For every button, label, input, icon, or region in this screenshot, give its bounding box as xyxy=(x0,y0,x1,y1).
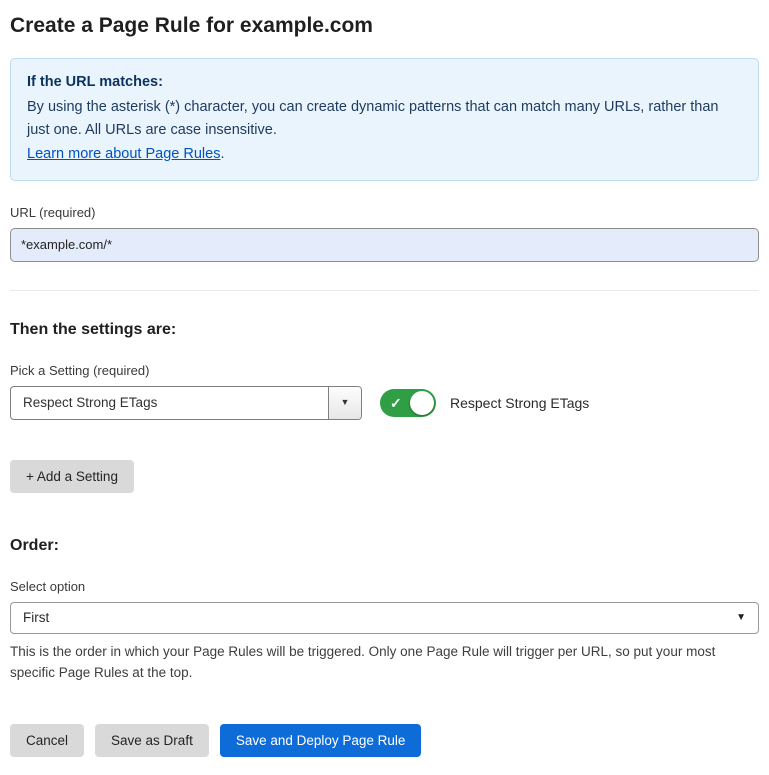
etags-toggle[interactable]: ✓ xyxy=(380,389,436,417)
url-label: URL (required) xyxy=(10,205,759,220)
order-select-label: Select option xyxy=(10,579,759,594)
order-select-value: First xyxy=(23,610,49,625)
chevron-down-icon: ▼ xyxy=(736,613,746,623)
toggle-label: Respect Strong ETags xyxy=(450,395,589,411)
settings-heading: Then the settings are: xyxy=(10,321,759,339)
add-setting-button[interactable]: + Add a Setting xyxy=(10,460,134,493)
order-help-text: This is the order in which your Page Rul… xyxy=(10,642,759,684)
page-title: Create a Page Rule for example.com xyxy=(10,14,759,38)
chevron-down-icon: ▼ xyxy=(341,398,350,407)
info-link-suffix: . xyxy=(220,146,224,162)
info-box-heading: If the URL matches: xyxy=(27,71,742,94)
pick-setting-label: Pick a Setting (required) xyxy=(10,363,759,378)
url-match-info-box: If the URL matches: By using the asteris… xyxy=(10,58,759,181)
learn-more-link[interactable]: Learn more about Page Rules xyxy=(27,146,220,162)
info-link-row: Learn more about Page Rules. xyxy=(27,143,742,166)
save-deploy-button[interactable]: Save and Deploy Page Rule xyxy=(220,724,422,757)
setting-select-caret-button[interactable]: ▼ xyxy=(328,387,361,419)
order-select[interactable]: First ▼ xyxy=(10,602,759,634)
order-heading: Order: xyxy=(10,537,759,555)
save-draft-button[interactable]: Save as Draft xyxy=(95,724,209,757)
url-input[interactable] xyxy=(10,228,759,262)
form-footer: Cancel Save as Draft Save and Deploy Pag… xyxy=(10,724,759,757)
check-icon: ✓ xyxy=(390,396,402,410)
setting-row: Respect Strong ETags ▼ ✓ Respect Strong … xyxy=(10,386,759,420)
toggle-knob xyxy=(410,391,434,415)
section-divider xyxy=(10,290,759,291)
cancel-button[interactable]: Cancel xyxy=(10,724,84,757)
url-field: URL (required) xyxy=(10,205,759,262)
info-box-body: By using the asterisk (*) character, you… xyxy=(27,96,742,142)
setting-select[interactable]: Respect Strong ETags ▼ xyxy=(10,386,362,420)
create-page-rule-form: Create a Page Rule for example.com If th… xyxy=(0,0,769,775)
setting-select-value: Respect Strong ETags xyxy=(11,387,328,419)
